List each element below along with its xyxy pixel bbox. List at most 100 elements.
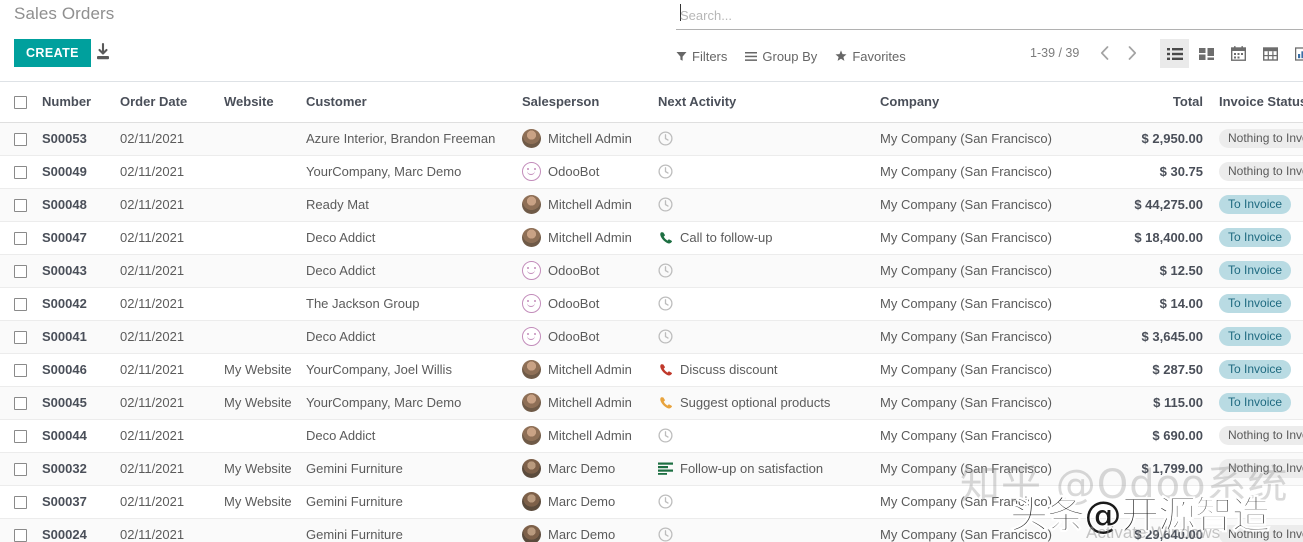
cell-number: S00037: [34, 485, 112, 518]
clock-icon[interactable]: [658, 329, 673, 344]
clock-icon[interactable]: [658, 494, 673, 509]
total-amount: $ 115.00: [1153, 395, 1203, 410]
table-row[interactable]: S0003702/11/2021My WebsiteGemini Furnitu…: [0, 485, 1303, 518]
cell-order-date: 02/11/2021: [112, 386, 216, 419]
cell-salesperson: Mitchell Admin: [514, 419, 650, 452]
pivot-view-icon[interactable]: [1256, 39, 1285, 68]
group-by-bars-icon: [745, 51, 757, 62]
table-row[interactable]: S0004702/11/2021Deco AddictMitchell Admi…: [0, 221, 1303, 254]
cell-order-date: 02/11/2021: [112, 155, 216, 188]
column-header-next-activity[interactable]: Next Activity: [650, 82, 872, 122]
favorites-button[interactable]: Favorites: [835, 49, 905, 64]
table-row[interactable]: S0004502/11/2021My WebsiteYourCompany, M…: [0, 386, 1303, 419]
clock-icon[interactable]: [658, 428, 673, 443]
table-row[interactable]: S0004402/11/2021Deco AddictMitchell Admi…: [0, 419, 1303, 452]
avatar: [522, 525, 541, 542]
cell-company: My Company (San Francisco): [872, 188, 1103, 221]
cell-customer: Gemini Furniture: [298, 452, 514, 485]
table-row[interactable]: S0005302/11/2021Azure Interior, Brandon …: [0, 122, 1303, 155]
filter-toolbar: Filters Group By Favorites 1-39 / 39: [676, 40, 1303, 72]
row-checkbox[interactable]: [14, 397, 27, 410]
calendar-view-icon[interactable]: [1224, 39, 1253, 68]
row-checkbox[interactable]: [14, 430, 27, 443]
kanban-view-icon[interactable]: [1192, 39, 1221, 68]
clock-icon[interactable]: [658, 131, 673, 146]
avatar: [522, 261, 541, 280]
column-header-order-date[interactable]: Order Date: [112, 82, 216, 122]
row-checkbox[interactable]: [14, 298, 27, 311]
cell-customer: Ready Mat: [298, 188, 514, 221]
list-bars-icon[interactable]: [658, 461, 673, 476]
row-checkbox[interactable]: [14, 232, 27, 245]
cell-customer: Gemini Furniture: [298, 518, 514, 542]
row-checkbox[interactable]: [14, 199, 27, 212]
phone-icon[interactable]: [658, 230, 673, 245]
row-checkbox[interactable]: [14, 166, 27, 179]
row-checkbox[interactable]: [14, 496, 27, 509]
avatar: [522, 294, 541, 313]
column-header-total[interactable]: Total: [1103, 82, 1211, 122]
table-row[interactable]: S0003202/11/2021My WebsiteGemini Furnitu…: [0, 452, 1303, 485]
row-checkbox[interactable]: [14, 529, 27, 542]
order-number: S00042: [42, 296, 87, 311]
column-header-website[interactable]: Website: [216, 82, 298, 122]
table-row[interactable]: S0004602/11/2021My WebsiteYourCompany, J…: [0, 353, 1303, 386]
table-row[interactable]: S0004102/11/2021Deco AddictOdooBotMy Com…: [0, 320, 1303, 353]
group-by-button[interactable]: Group By: [745, 49, 817, 64]
create-button[interactable]: CREATE: [14, 39, 91, 67]
table-row[interactable]: S0004902/11/2021YourCompany, Marc DemoOd…: [0, 155, 1303, 188]
table-row[interactable]: S0004302/11/2021Deco AddictOdooBotMy Com…: [0, 254, 1303, 287]
cell-total: $ 14.00: [1103, 287, 1211, 320]
avatar: [522, 195, 541, 214]
table-row[interactable]: S0004202/11/2021The Jackson GroupOdooBot…: [0, 287, 1303, 320]
cell-customer: YourCompany, Joel Willis: [298, 353, 514, 386]
status-badge: To Invoice: [1219, 327, 1291, 346]
filters-button[interactable]: Filters: [676, 49, 727, 64]
search-input[interactable]: [680, 4, 1180, 26]
cell-website: My Website: [216, 353, 298, 386]
graph-view-icon[interactable]: [1288, 39, 1303, 68]
clock-icon[interactable]: [658, 164, 673, 179]
cell-salesperson: OdooBot: [514, 155, 650, 188]
cell-order-date: 02/11/2021: [112, 419, 216, 452]
salesperson-name: Mitchell Admin: [548, 395, 632, 410]
order-number: S00037: [42, 494, 87, 509]
column-header-number[interactable]: Number: [34, 82, 112, 122]
table-row[interactable]: S0004802/11/2021Ready MatMitchell AdminM…: [0, 188, 1303, 221]
pager-previous-button[interactable]: [1094, 40, 1114, 66]
row-checkbox[interactable]: [14, 463, 27, 476]
row-checkbox[interactable]: [14, 331, 27, 344]
list-view-icon[interactable]: [1160, 39, 1189, 68]
clock-icon[interactable]: [658, 296, 673, 311]
total-amount: $ 12.50: [1160, 263, 1203, 278]
pager-next-button[interactable]: [1122, 40, 1142, 66]
clock-icon[interactable]: [658, 263, 673, 278]
breadcrumb[interactable]: Sales Orders: [14, 4, 114, 24]
clock-icon[interactable]: [658, 197, 673, 212]
column-header-company[interactable]: Company: [872, 82, 1103, 122]
search-bar[interactable]: [676, 0, 1303, 30]
cell-invoice-status: To Invoice: [1211, 254, 1303, 287]
filters-label: Filters: [692, 49, 727, 64]
import-download-icon[interactable]: [93, 42, 113, 64]
cell-invoice-status: To Invoice: [1211, 287, 1303, 320]
table-row[interactable]: S0002402/11/2021Gemini FurnitureMarc Dem…: [0, 518, 1303, 542]
pager-range: 1-39 / 39: [1030, 46, 1079, 60]
cell-website: [216, 320, 298, 353]
order-number: S00045: [42, 395, 87, 410]
cell-salesperson: Mitchell Admin: [514, 353, 650, 386]
column-header-customer[interactable]: Customer: [298, 82, 514, 122]
salesperson-name: OdooBot: [548, 296, 599, 311]
column-header-salesperson[interactable]: Salesperson: [514, 82, 650, 122]
select-all-checkbox[interactable]: [14, 96, 27, 109]
clock-icon[interactable]: [658, 527, 673, 542]
row-checkbox[interactable]: [14, 133, 27, 146]
phone-icon[interactable]: [658, 395, 673, 410]
row-checkbox[interactable]: [14, 364, 27, 377]
avatar: [522, 228, 541, 247]
column-header-invoice-status[interactable]: Invoice Status: [1211, 82, 1303, 122]
phone-icon[interactable]: [658, 362, 673, 377]
cell-next-activity: [650, 518, 872, 542]
row-checkbox[interactable]: [14, 265, 27, 278]
cell-order-date: 02/11/2021: [112, 320, 216, 353]
